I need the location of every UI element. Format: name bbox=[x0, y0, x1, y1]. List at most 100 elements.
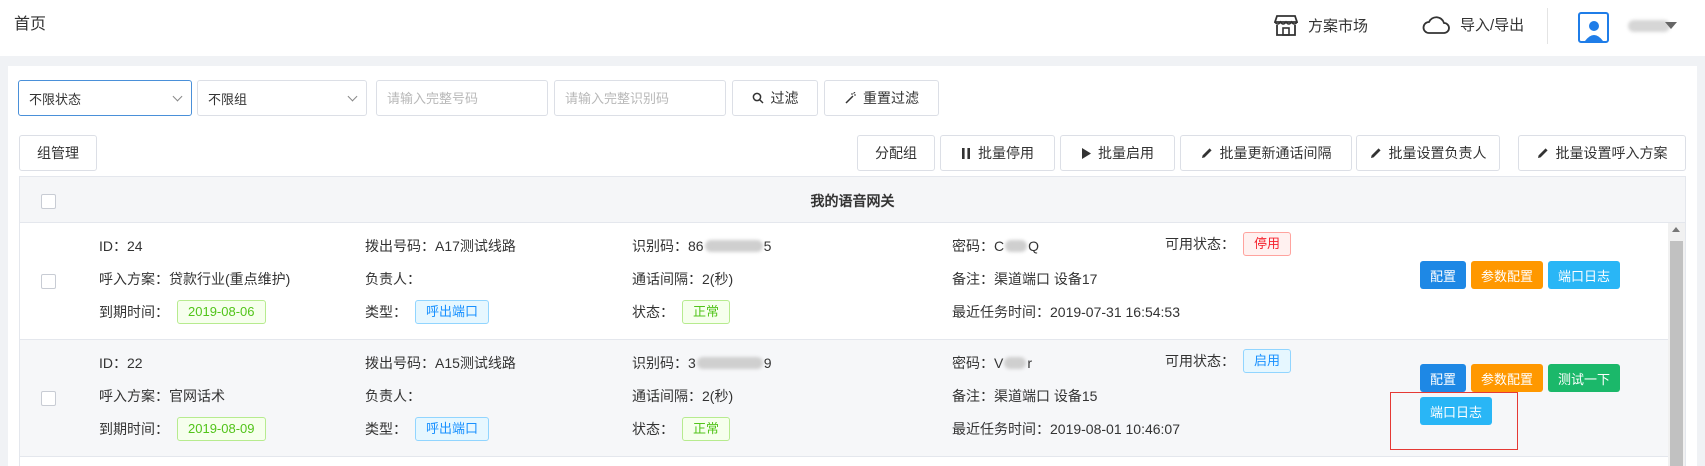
id-label: ID： bbox=[99, 355, 127, 371]
id-code-label: 识别码： bbox=[632, 238, 688, 254]
status-badge: 启用 bbox=[1243, 349, 1292, 373]
expire-label: 到期时间： bbox=[99, 304, 169, 320]
password-field: 密码： Vr bbox=[952, 353, 1032, 373]
port-log-button[interactable]: 端口日志 bbox=[1548, 261, 1620, 289]
last-task-label: 最近任务时间： bbox=[952, 421, 1050, 437]
id-code-label: 识别码： bbox=[632, 355, 688, 371]
last-task-value: 2019-07-31 16:54:53 bbox=[1050, 304, 1180, 320]
redacted-blur bbox=[704, 240, 763, 252]
test-button[interactable]: 测试一下 bbox=[1548, 364, 1620, 392]
owner-field: 负责人： bbox=[365, 269, 421, 289]
reset-filter-button[interactable]: 重置过滤 bbox=[824, 80, 939, 116]
type-label: 类型： bbox=[365, 421, 407, 437]
expire-badge: 2019-08-09 bbox=[177, 417, 266, 441]
remark-label: 备注： bbox=[952, 388, 994, 404]
batch-disable-button[interactable]: 批量停用 bbox=[940, 135, 1055, 171]
availability-field: 可用状态： 启用 bbox=[1165, 349, 1292, 373]
id-code-input[interactable] bbox=[554, 80, 726, 116]
vertical-scrollbar[interactable] bbox=[1668, 223, 1685, 466]
remark-label: 备注： bbox=[952, 271, 994, 287]
batch-set-inbound-label: 批量设置呼入方案 bbox=[1555, 145, 1668, 161]
batch-set-owner-button[interactable]: 批量设置负责人 bbox=[1356, 135, 1500, 171]
remark-field: 备注： 渠道端口 设备15 bbox=[952, 386, 1097, 406]
type-badge: 呼出端口 bbox=[415, 300, 490, 324]
interval-field: 通话间隔： 2(秒) bbox=[632, 269, 733, 289]
inbound-plan-field: 呼入方案： 贷款行业(重点维护) bbox=[99, 269, 290, 289]
availability-field: 可用状态： 停用 bbox=[1165, 232, 1292, 256]
avatar[interactable] bbox=[1578, 12, 1609, 43]
interval-value: 2(秒) bbox=[702, 388, 734, 404]
pencil-icon bbox=[1201, 147, 1213, 159]
interval-label: 通话间隔： bbox=[632, 388, 702, 404]
table-header: 我的语音网关 bbox=[20, 177, 1685, 223]
inbound-label: 呼入方案： bbox=[99, 388, 169, 404]
batch-set-inbound-button[interactable]: 批量设置呼入方案 bbox=[1518, 135, 1686, 171]
config-button[interactable]: 配置 bbox=[1420, 261, 1466, 289]
store-icon bbox=[1274, 14, 1298, 36]
user-icon bbox=[1584, 21, 1603, 41]
config-button[interactable]: 配置 bbox=[1420, 364, 1466, 392]
id-field: ID： 24 bbox=[99, 236, 143, 256]
owner-label: 负责人： bbox=[365, 271, 421, 287]
assign-group-button[interactable]: 分配组 bbox=[857, 135, 935, 171]
top-header: 首页 方案市场 导入/导出 bbox=[0, 0, 1705, 56]
inbound-value: 贷款行业(重点维护) bbox=[169, 271, 291, 287]
caret-down-icon[interactable] bbox=[1665, 22, 1677, 29]
password-prefix: V bbox=[994, 355, 1004, 371]
dial-number-field: 拨出号码： A15测试线路 bbox=[365, 353, 516, 373]
state-badge: 正常 bbox=[682, 417, 731, 441]
param-config-button[interactable]: 参数配置 bbox=[1471, 364, 1543, 392]
scroll-thumb[interactable] bbox=[1670, 241, 1683, 466]
inbound-plan-field: 呼入方案： 官网话术 bbox=[99, 386, 225, 406]
last-task-field: 最近任务时间： 2019-07-31 16:54:53 bbox=[952, 302, 1180, 322]
group-select[interactable]: 不限组 bbox=[197, 80, 367, 116]
batch-enable-button[interactable]: 批量启用 bbox=[1060, 135, 1175, 171]
dial-number-field: 拨出号码： A17测试线路 bbox=[365, 236, 516, 256]
expire-field: 到期时间： 2019-08-09 bbox=[99, 417, 266, 441]
table-row: ID： 24 拨出号码： A17测试线路 识别码： 86 5 密码： C Q 可用状态： 停用… bbox=[20, 223, 1668, 340]
user-name-blurred[interactable] bbox=[1628, 20, 1670, 32]
scroll-up-arrow-icon[interactable] bbox=[1672, 227, 1680, 232]
dial-value: A17测试线路 bbox=[435, 238, 516, 254]
status-select-value: 不限状态 bbox=[29, 91, 82, 107]
password-suffix: Q bbox=[1028, 238, 1040, 254]
owner-field: 负责人： bbox=[365, 386, 421, 406]
number-input[interactable] bbox=[376, 80, 548, 116]
interval-value: 2(秒) bbox=[702, 271, 734, 287]
inbound-value: 官网话术 bbox=[169, 388, 225, 404]
id-label: ID： bbox=[99, 238, 127, 254]
cloud-icon bbox=[1422, 15, 1450, 35]
group-manage-label: 组管理 bbox=[37, 145, 79, 161]
assign-group-label: 分配组 bbox=[875, 145, 917, 161]
status-select[interactable]: 不限状态 bbox=[18, 80, 192, 116]
remark-field: 备注： 渠道端口 设备17 bbox=[952, 269, 1097, 289]
id-code-suffix: 9 bbox=[763, 355, 772, 371]
solution-market-link[interactable]: 方案市场 bbox=[1274, 14, 1368, 36]
search-icon bbox=[752, 92, 764, 104]
annotation-highlight-box bbox=[1390, 392, 1518, 450]
filter-button[interactable]: 过滤 bbox=[732, 80, 818, 116]
group-select-value: 不限组 bbox=[208, 91, 248, 107]
id-value: 22 bbox=[127, 355, 143, 371]
status-badge: 停用 bbox=[1243, 232, 1292, 256]
page-title: 首页 bbox=[14, 16, 47, 33]
remark-value: 渠道端口 设备17 bbox=[994, 271, 1098, 287]
row-checkbox[interactable] bbox=[41, 274, 56, 289]
last-task-label: 最近任务时间： bbox=[952, 304, 1050, 320]
type-field: 类型： 呼出端口 bbox=[365, 300, 490, 324]
dial-label: 拨出号码： bbox=[365, 355, 435, 371]
last-task-value: 2019-08-01 10:46:07 bbox=[1050, 421, 1180, 437]
expire-badge: 2019-08-06 bbox=[177, 300, 266, 324]
batch-update-interval-button[interactable]: 批量更新通话间隔 bbox=[1180, 135, 1352, 171]
batch-update-interval-label: 批量更新通话间隔 bbox=[1219, 145, 1332, 161]
dial-value: A15测试线路 bbox=[435, 355, 516, 371]
group-manage-button[interactable]: 组管理 bbox=[19, 135, 97, 171]
row-checkbox[interactable] bbox=[41, 391, 56, 406]
last-task-field: 最近任务时间： 2019-08-01 10:46:07 bbox=[952, 419, 1180, 439]
param-config-button[interactable]: 参数配置 bbox=[1471, 261, 1543, 289]
import-export-link[interactable]: 导入/导出 bbox=[1422, 14, 1524, 35]
state-badge: 正常 bbox=[682, 300, 731, 324]
password-prefix: C bbox=[994, 238, 1005, 254]
dial-label: 拨出号码： bbox=[365, 238, 435, 254]
chevron-down-icon bbox=[347, 91, 358, 101]
